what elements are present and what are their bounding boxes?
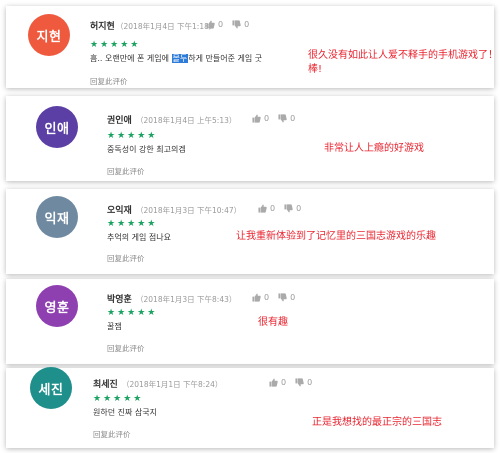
reviewer-name[interactable]: 박영훈 bbox=[107, 292, 132, 305]
reply-link[interactable]: 回复此评价 bbox=[107, 253, 145, 264]
reply-link[interactable]: 回复此评价 bbox=[90, 76, 128, 87]
thumb-up-icon[interactable] bbox=[252, 293, 261, 302]
review-text: 추억의 게임 점나요 bbox=[107, 233, 171, 242]
review-date: （2018年1月4日 下午1:18） bbox=[116, 22, 217, 31]
reviewer-name[interactable]: 오익재 bbox=[107, 203, 132, 216]
reply-link[interactable]: 回复此评价 bbox=[93, 429, 131, 440]
like-count: 0 bbox=[218, 20, 224, 29]
thumb-down-icon[interactable] bbox=[295, 378, 304, 387]
dislike-count: 0 bbox=[244, 20, 250, 29]
star-rating: ★★★★★ bbox=[107, 131, 158, 141]
review-text: 중독성이 강한 최고의겜 bbox=[107, 145, 186, 154]
annotation: 很有趣 bbox=[258, 317, 288, 328]
star-rating: ★★★★★ bbox=[93, 394, 144, 404]
like-count: 0 bbox=[281, 378, 287, 387]
thumb-up-icon[interactable] bbox=[206, 20, 215, 29]
review-card: 세진 최세진 （2018年1月1日 下午8:24） 0 0 ★★★★★ 원하던 … bbox=[6, 367, 494, 448]
review-text: 꿀잼 bbox=[107, 322, 122, 331]
vote-controls: 0 0 bbox=[258, 204, 307, 213]
reply-link[interactable]: 回复此评价 bbox=[107, 166, 145, 177]
avatar[interactable]: 익재 bbox=[36, 196, 78, 238]
avatar[interactable]: 세진 bbox=[30, 367, 72, 409]
annotation: 非常让人上瘾的好游戏 bbox=[324, 143, 424, 154]
thumb-down-icon[interactable] bbox=[232, 20, 241, 29]
review-text: 흠.. 오랜만에 폰 게임에 몰두하게 만들어준 게임 굿 bbox=[90, 54, 263, 63]
star-rating: ★★★★★ bbox=[107, 308, 158, 318]
dislike-count: 0 bbox=[307, 378, 313, 387]
annotation: 很久没有如此让人爱不释手的手机游戏了！ 棒! bbox=[308, 50, 498, 75]
vote-controls: 0 0 bbox=[206, 20, 255, 29]
thumb-down-icon[interactable] bbox=[284, 204, 293, 213]
avatar[interactable]: 영훈 bbox=[36, 285, 78, 327]
review-card: 영훈 박영훈 （2018年1月3日 下午8:43） 0 0 ★★★★★ 꿀잼 回… bbox=[6, 279, 494, 364]
star-rating: ★★★★★ bbox=[90, 40, 141, 50]
like-count: 0 bbox=[270, 204, 276, 213]
reviewer-name[interactable]: 권인애 bbox=[107, 113, 132, 126]
review-date: （2018年1月1日 下午8:24） bbox=[122, 380, 223, 389]
review-card: 익재 오익재 （2018年1月3日 下午10:47） 0 0 ★★★★★ 추억의… bbox=[6, 189, 494, 274]
review-card: 인애 권인애 （2018年1月4日 上午5:13） 0 0 ★★★★★ 중독성이… bbox=[6, 96, 494, 181]
vote-controls: 0 0 bbox=[252, 114, 301, 123]
like-count: 0 bbox=[264, 114, 270, 123]
star-rating: ★★★★★ bbox=[107, 219, 158, 229]
review-card: 지현 허지현 （2018年1月4日 下午1:18） 0 0 ★★★★★ 흠.. … bbox=[6, 6, 498, 88]
vote-controls: 0 0 bbox=[269, 378, 318, 387]
review-date: （2018年1月3日 下午10:47） bbox=[136, 206, 242, 215]
thumb-up-icon[interactable] bbox=[269, 378, 278, 387]
avatar[interactable]: 지현 bbox=[28, 14, 70, 56]
reply-link[interactable]: 回复此评价 bbox=[107, 343, 145, 354]
review-date: （2018年1月3日 下午8:43） bbox=[136, 295, 237, 304]
selected-text: 몰두 bbox=[171, 54, 189, 63]
thumb-down-icon[interactable] bbox=[278, 293, 287, 302]
annotation: 正是我想找的最正宗的三国志 bbox=[312, 417, 442, 428]
reviewer-name[interactable]: 허지현 bbox=[90, 19, 115, 32]
review-text: 원하던 진짜 삼국지 bbox=[93, 408, 157, 417]
thumb-up-icon[interactable] bbox=[252, 114, 261, 123]
reviewer-name[interactable]: 최세진 bbox=[93, 377, 118, 390]
avatar[interactable]: 인애 bbox=[36, 106, 78, 148]
dislike-count: 0 bbox=[296, 204, 302, 213]
thumb-down-icon[interactable] bbox=[278, 114, 287, 123]
dislike-count: 0 bbox=[290, 114, 296, 123]
like-count: 0 bbox=[264, 293, 270, 302]
annotation: 让我重新体验到了记忆里的三国志游戏的乐趣 bbox=[236, 231, 436, 242]
dislike-count: 0 bbox=[290, 293, 296, 302]
thumb-up-icon[interactable] bbox=[258, 204, 267, 213]
vote-controls: 0 0 bbox=[252, 293, 301, 302]
review-date: （2018年1月4日 上午5:13） bbox=[136, 116, 237, 125]
